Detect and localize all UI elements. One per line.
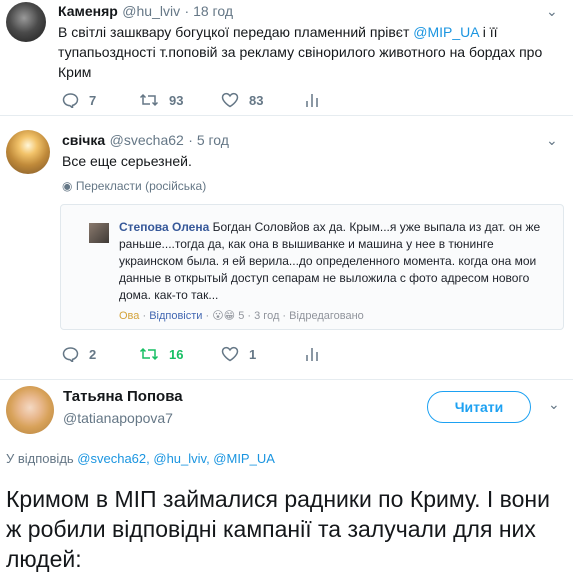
retweet-button[interactable]: 93 — [139, 92, 221, 108]
translate-label: Перекласти (російська) — [75, 179, 207, 193]
mention-link[interactable]: @MIP_UA — [413, 24, 479, 40]
retweet-count: 93 — [169, 92, 184, 108]
reaction-count: 5 — [238, 310, 245, 322]
tweet-actions: 2 16 1 — [62, 346, 319, 362]
tweet-kamenyar: Каменяр @hu_lviv · 18 год ⌄ В світлі заш… — [0, 0, 573, 116]
analytics-icon — [306, 348, 318, 361]
author-handle[interactable]: @tatianapopova7 — [63, 410, 173, 426]
retweet-count: 16 — [169, 346, 184, 362]
author-name[interactable]: Татьяна Попова — [63, 388, 183, 405]
tweet-time[interactable]: · 18 год — [185, 3, 233, 19]
like-button[interactable]: 1 — [221, 346, 305, 362]
reply-button[interactable]: 7 — [62, 92, 139, 108]
chevron-down-icon[interactable]: ⌄ — [546, 3, 558, 20]
analytics-button[interactable] — [305, 346, 319, 362]
reply-button[interactable]: 2 — [62, 346, 139, 362]
edited-label: Відредаговано — [289, 310, 364, 322]
tweet-time[interactable]: · 5 год — [188, 132, 229, 148]
author-handle[interactable]: @hu_lviv — [122, 3, 180, 19]
reaction-label: Ова — [119, 310, 140, 322]
author-handle[interactable]: @svecha62 — [110, 132, 184, 148]
avatar[interactable] — [6, 130, 50, 174]
avatar[interactable] — [6, 2, 46, 42]
tweet-actions: 7 93 83 — [62, 92, 319, 108]
retweet-icon — [139, 347, 159, 361]
like-count: 1 — [249, 346, 257, 362]
retweet-icon — [139, 93, 159, 107]
reply-context: У відповідь @svecha62, @hu_lviv, @MIP_UA — [6, 451, 275, 466]
tweet-text-part1: В світлі зашквару богуцкої передаю пламе… — [58, 24, 414, 40]
reactions-icon: 😮😁 — [212, 310, 236, 322]
comment-text: Степова Олена Богдан Соловйов ах да. Кры… — [119, 219, 547, 304]
heart-icon — [221, 92, 239, 108]
avatar[interactable] — [6, 386, 54, 434]
chevron-down-icon[interactable]: ⌄ — [548, 396, 560, 413]
analytics-icon — [306, 94, 318, 107]
analytics-button[interactable] — [305, 92, 319, 108]
reply-icon — [62, 93, 79, 108]
tweet-text: Все еще серьезней. — [62, 153, 192, 169]
comment-footer: Ова · Відповісти · 😮😁 5 · 3 год · Відред… — [119, 310, 364, 322]
like-button[interactable]: 83 — [221, 92, 305, 108]
reply-icon — [62, 347, 79, 362]
translate-link[interactable]: ◉ Перекласти (російська) — [62, 179, 206, 193]
author-name[interactable]: Каменяр — [58, 3, 118, 19]
reply-to-users[interactable]: @svecha62, @hu_lviv, @MIP_UA — [77, 451, 275, 466]
reply-prefix: У відповідь — [6, 451, 78, 466]
follow-button[interactable]: Читати — [427, 391, 531, 423]
retweet-button[interactable]: 16 — [139, 346, 221, 362]
like-count: 83 — [249, 92, 264, 108]
tweet-text: Кримом в МІП займалися радники по Криму.… — [6, 486, 550, 572]
reply-count: 2 — [89, 346, 97, 362]
comment-reply-link: Відповісти — [149, 310, 203, 322]
globe-icon: ◉ — [62, 179, 73, 193]
comment-author: Степова Олена — [119, 220, 210, 234]
reply-count: 7 — [89, 92, 97, 108]
embedded-image[interactable]: Степова Олена Богдан Соловйов ах да. Кры… — [60, 204, 564, 330]
tweet-text: В світлі зашквару богуцкої передаю пламе… — [58, 22, 558, 82]
heart-icon — [221, 346, 239, 362]
chevron-down-icon[interactable]: ⌄ — [546, 132, 558, 149]
author-name[interactable]: свічка — [62, 132, 105, 148]
comment-time: 3 год — [254, 310, 280, 322]
commenter-avatar — [89, 223, 109, 243]
